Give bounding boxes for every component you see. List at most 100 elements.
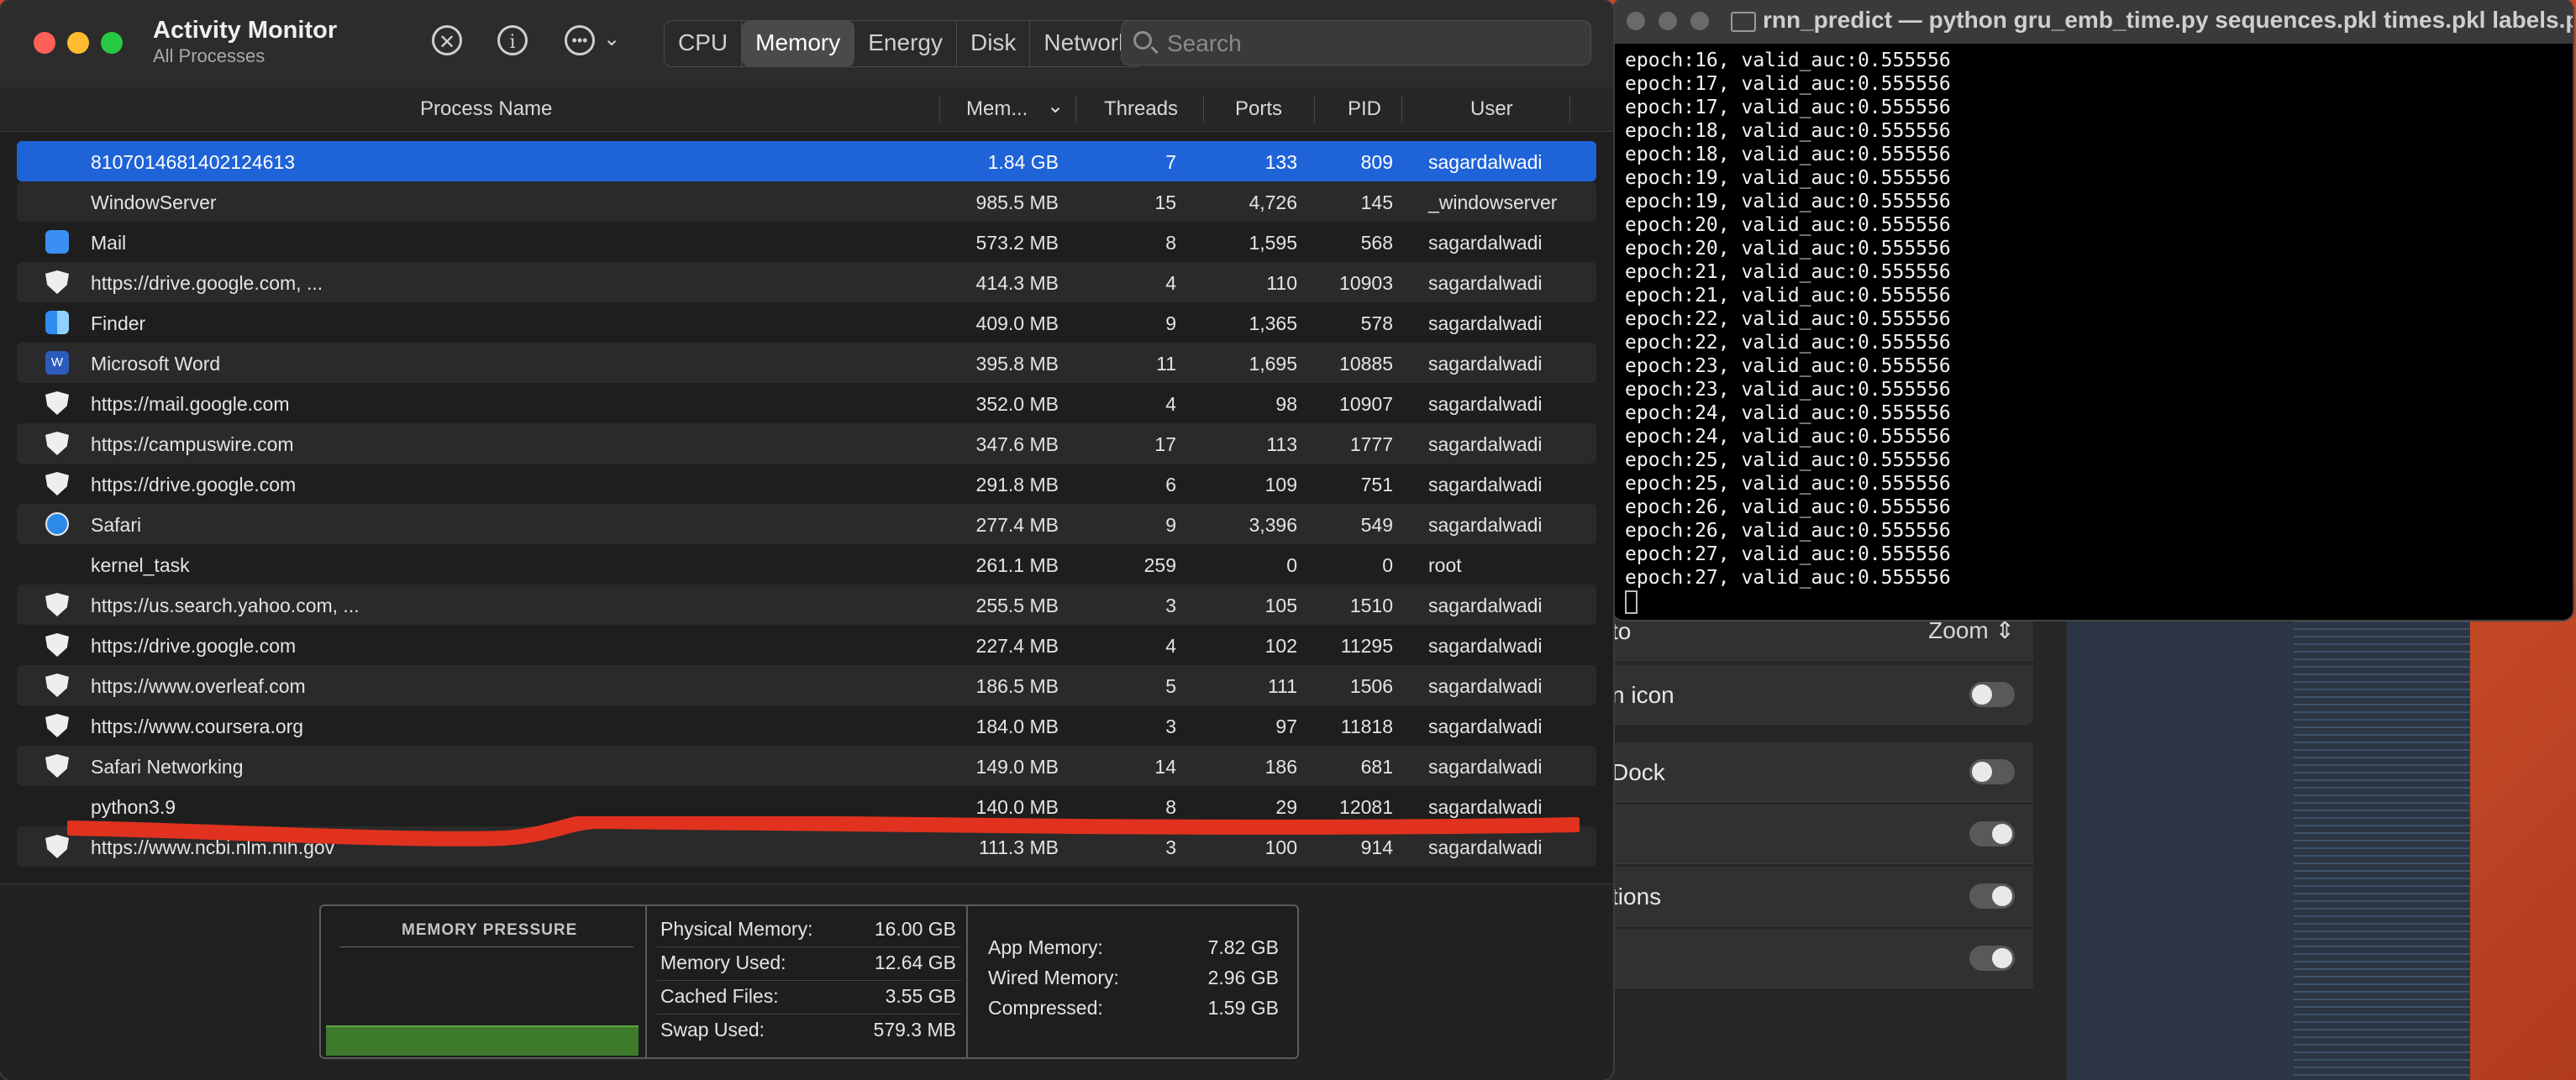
pid-cell: 751 bbox=[1360, 474, 1393, 495]
column-user[interactable]: User bbox=[1470, 97, 1513, 121]
settings-row-label: tions bbox=[1611, 883, 1662, 910]
memory-pressure-graph bbox=[326, 1025, 639, 1056]
tab-energy[interactable]: Energy bbox=[854, 21, 957, 66]
close-button[interactable] bbox=[34, 32, 55, 54]
column-divider[interactable] bbox=[939, 96, 940, 123]
pid-cell: 1777 bbox=[1349, 433, 1393, 455]
toggle-switch[interactable] bbox=[1969, 759, 2015, 784]
threads-cell: 4 bbox=[1165, 393, 1176, 415]
threads-cell: 9 bbox=[1165, 514, 1176, 536]
terminal-line: epoch:21, valid_auc:0.555556 bbox=[1625, 261, 1951, 283]
terminal-output[interactable]: epoch:16, valid_auc:0.555556 epoch:17, va… bbox=[1625, 49, 1951, 614]
mail-icon bbox=[45, 230, 69, 254]
process-name-cell: Finder bbox=[91, 312, 146, 334]
tab-cpu[interactable]: CPU bbox=[665, 21, 743, 66]
toggle-switch[interactable] bbox=[1969, 946, 2015, 971]
table-row[interactable]: Safari Networking 149.0 MB 14 186 681 sagarda… bbox=[17, 746, 1596, 786]
settings-row-label: Dock bbox=[1611, 759, 1665, 785]
table-row[interactable]: https://campuswire.com 347.6 MB 17 113 1777 s… bbox=[17, 423, 1596, 464]
table-row[interactable]: WindowServer 985.5 MB 15 4,726 145 _windowser… bbox=[17, 181, 1596, 222]
pid-cell: 10903 bbox=[1339, 272, 1393, 294]
table-row[interactable]: Finder 409.0 MB 9 1,365 578 sagardalwadi bbox=[17, 302, 1596, 343]
table-row[interactable]: https://www.coursera.org 184.0 MB 3 97 11818… bbox=[17, 705, 1596, 746]
maximize-button[interactable] bbox=[101, 32, 123, 54]
tab-memory[interactable]: Memory bbox=[742, 21, 855, 66]
pid-cell: 0 bbox=[1382, 554, 1393, 576]
table-row[interactable]: W Microsoft Word 395.8 MB 11 1,695 10885 sagar… bbox=[17, 343, 1596, 383]
column-divider[interactable] bbox=[1203, 96, 1204, 123]
chevron-down-icon[interactable]: ⌄ bbox=[603, 27, 620, 51]
table-row[interactable]: https://drive.google.com, ... 414.3 MB 4 11… bbox=[17, 262, 1596, 302]
toolbar: Activity Monitor All Processes ✕ i ••• ⌄… bbox=[0, 0, 1613, 88]
table-row[interactable]: https://drive.google.com 291.8 MB 6 109 751 s… bbox=[17, 464, 1596, 504]
ports-cell: 1,365 bbox=[1249, 312, 1297, 334]
memory-cell: 409.0 MB bbox=[975, 312, 1059, 334]
terminal-titlebar[interactable]: rnn_predict — python gru_emb_time.py seq… bbox=[1613, 0, 2573, 44]
sort-descending-icon[interactable]: ⌄ bbox=[1047, 94, 1064, 118]
search-box[interactable] bbox=[1121, 20, 1591, 66]
column-memory[interactable]: Mem... bbox=[966, 97, 1028, 121]
table-row[interactable]: https://mail.google.com 352.0 MB 4 98 10907 s… bbox=[17, 383, 1596, 423]
threads-cell: 3 bbox=[1165, 716, 1176, 737]
user-cell: _windowserver bbox=[1428, 191, 1558, 213]
pid-cell: 568 bbox=[1360, 232, 1393, 254]
table-row[interactable]: Mail 573.2 MB 8 1,595 568 sagardalwadi bbox=[17, 222, 1596, 262]
column-process-name[interactable]: Process Name bbox=[420, 97, 552, 121]
physical-memory-value: 16.00 GB bbox=[874, 918, 956, 940]
minimize-button[interactable] bbox=[67, 32, 89, 54]
tab-disk[interactable]: Disk bbox=[957, 21, 1031, 66]
toggle-switch[interactable] bbox=[1969, 821, 2015, 847]
terminal-minimize-button[interactable] bbox=[1659, 12, 1677, 30]
terminal-close-button[interactable] bbox=[1627, 12, 1645, 30]
terminal-window[interactable]: rnn_predict — python gru_emb_time.py seq… bbox=[1613, 0, 2573, 620]
table-row[interactable]: 8107014681402124613 1.84 GB 7 133 809 sagarda… bbox=[17, 141, 1596, 181]
column-divider[interactable] bbox=[1314, 96, 1315, 123]
terminal-maximize-button[interactable] bbox=[1690, 12, 1709, 30]
terminal-line: epoch:19, valid_auc:0.555556 bbox=[1625, 191, 1951, 212]
table-row[interactable]: Safari 277.4 MB 9 3,396 549 sagardalwadi bbox=[17, 504, 1596, 544]
table-row[interactable]: https://drive.google.com 227.4 MB 4 102 1129… bbox=[17, 625, 1596, 665]
table-row[interactable]: kernel_task 261.1 MB 259 0 0 root bbox=[17, 544, 1596, 585]
toggle-switch[interactable] bbox=[1969, 883, 2015, 909]
terminal-line: epoch:20, valid_auc:0.555556 bbox=[1625, 214, 1951, 236]
info-icon[interactable]: i bbox=[497, 25, 528, 55]
stop-process-icon[interactable]: ✕ bbox=[432, 25, 462, 55]
memory-used-label: Memory Used: bbox=[660, 952, 786, 973]
table-row[interactable]: https://us.search.yahoo.com, ... 255.5 MB… bbox=[17, 585, 1596, 625]
threads-cell: 11 bbox=[1156, 353, 1176, 375]
activity-monitor-window[interactable]: Activity Monitor All Processes ✕ i ••• ⌄… bbox=[0, 0, 1613, 1080]
user-cell: sagardalwadi bbox=[1428, 514, 1543, 536]
shield-icon bbox=[45, 835, 69, 858]
ports-cell: 186 bbox=[1264, 756, 1297, 778]
column-ports[interactable]: Ports bbox=[1235, 97, 1282, 121]
process-name-cell: https://www.ncbi.nlm.nih.gov bbox=[91, 836, 335, 858]
shield-icon bbox=[45, 270, 69, 294]
more-actions-icon[interactable]: ••• bbox=[565, 25, 595, 55]
table-row[interactable]: https://www.ncbi.nlm.nih.gov 111.3 MB 3 100… bbox=[17, 826, 1596, 867]
table-row[interactable]: python3.9 140.0 MB 8 29 12081 sagardalwadi bbox=[17, 786, 1596, 826]
shield-icon bbox=[45, 593, 69, 616]
app-title: Activity Monitor bbox=[153, 17, 338, 44]
terminal-line: epoch:27, valid_auc:0.555556 bbox=[1625, 543, 1951, 565]
memory-cell: 277.4 MB bbox=[975, 514, 1059, 536]
terminal-line: epoch:24, valid_auc:0.555556 bbox=[1625, 402, 1951, 424]
table-row[interactable]: https://www.overleaf.com 186.5 MB 5 111 1506… bbox=[17, 665, 1596, 705]
threads-cell: 8 bbox=[1165, 232, 1176, 254]
search-input[interactable] bbox=[1165, 28, 1572, 60]
shield-icon bbox=[45, 633, 69, 657]
process-name-cell: https://us.search.yahoo.com, ... bbox=[91, 595, 360, 616]
shield-icon bbox=[45, 754, 69, 778]
column-divider[interactable] bbox=[1401, 96, 1402, 123]
memory-summary-panel: MEMORY PRESSURE Physical Memory: 16.00 G… bbox=[0, 883, 1613, 1080]
finder-icon bbox=[45, 311, 69, 334]
column-divider[interactable] bbox=[1569, 96, 1570, 123]
pid-cell: 914 bbox=[1360, 836, 1393, 858]
column-threads[interactable]: Threads bbox=[1104, 97, 1178, 121]
toggle-switch[interactable] bbox=[1969, 682, 2015, 707]
zoom-select[interactable]: Zoom ⇕ bbox=[1928, 616, 2015, 644]
user-cell: sagardalwadi bbox=[1428, 635, 1543, 657]
process-name-cell: kernel_task bbox=[91, 554, 190, 576]
threads-cell: 3 bbox=[1165, 595, 1176, 616]
column-divider[interactable] bbox=[1075, 96, 1076, 123]
column-pid[interactable]: PID bbox=[1348, 97, 1381, 121]
